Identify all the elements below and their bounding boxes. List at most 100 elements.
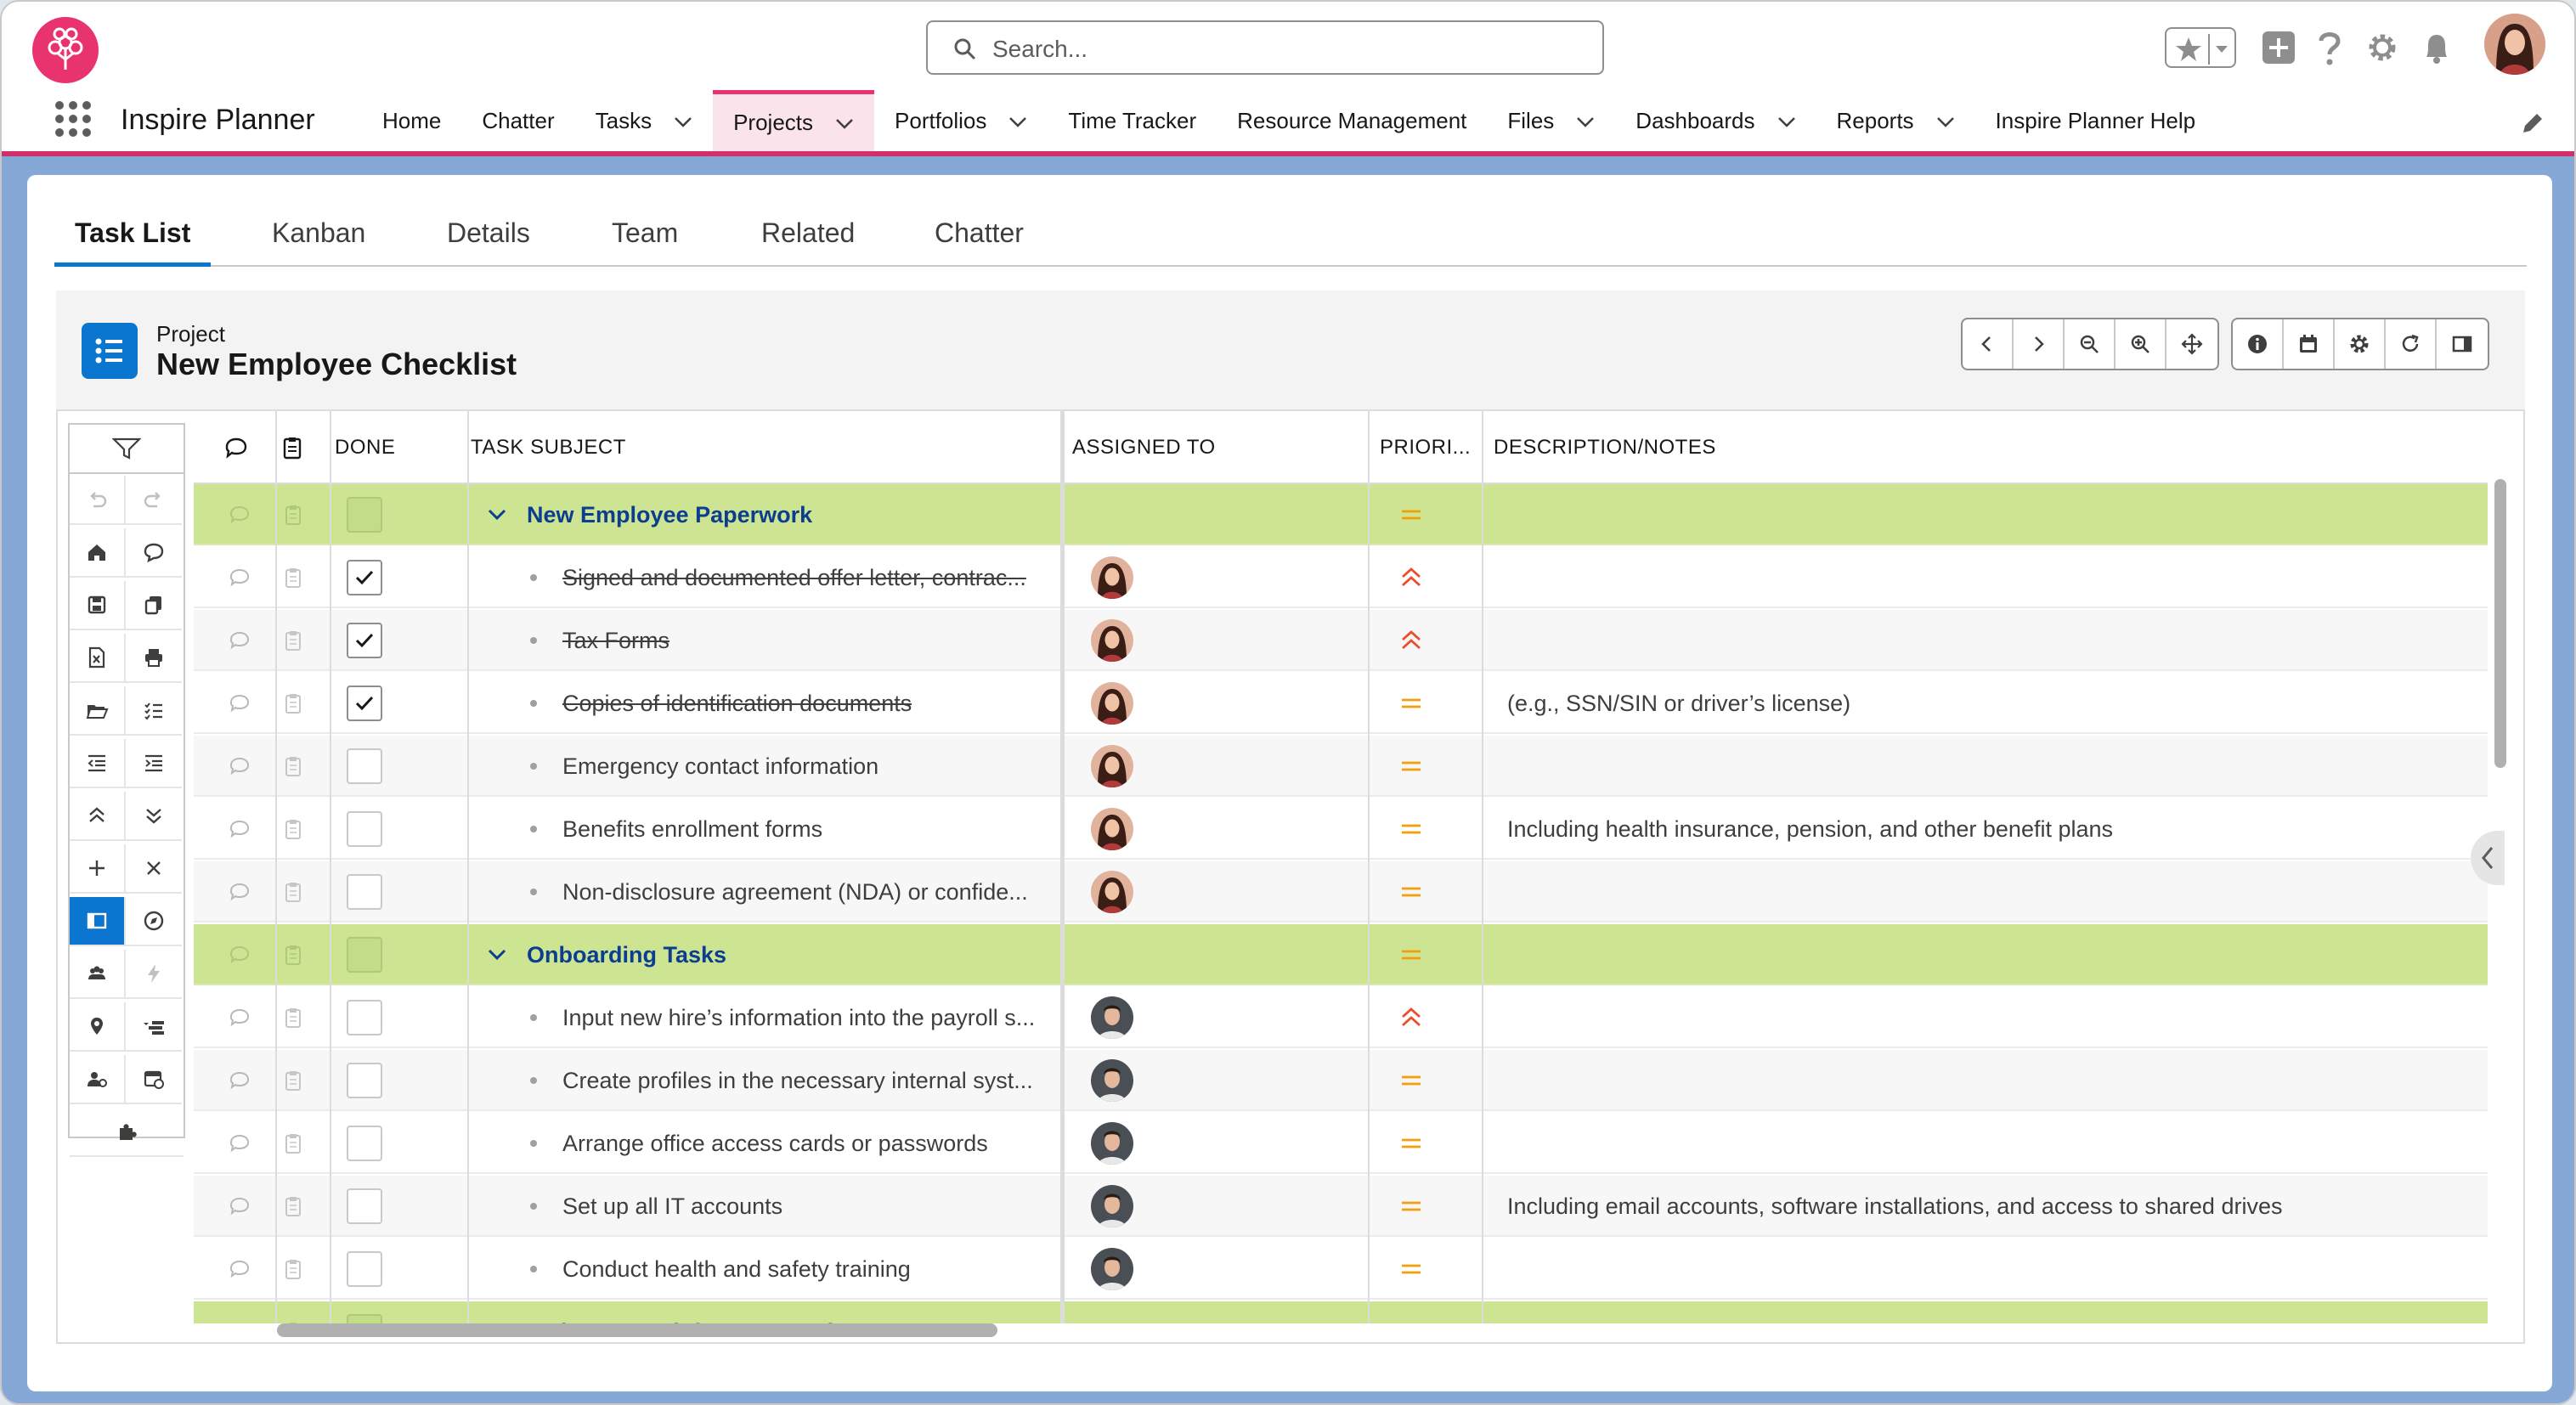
user-avatar[interactable] — [2484, 14, 2545, 75]
redo-icon[interactable] — [126, 476, 182, 525]
tab-related[interactable]: Related — [761, 217, 855, 249]
table-row[interactable]: Copies of identification documents (e.g.,… — [194, 673, 2488, 734]
excel-export-icon[interactable] — [70, 634, 126, 683]
chevron-down-icon[interactable] — [1936, 108, 1955, 134]
checklist-column-icon[interactable] — [282, 411, 302, 484]
table-row[interactable]: Create profiles in the necessary interna… — [194, 1050, 2488, 1111]
done-checkbox[interactable] — [347, 748, 382, 784]
task-subject[interactable]: Non-disclosure agreement (NDA) or confid… — [562, 879, 1028, 906]
group-row[interactable]: Onboarding Tasks — [194, 924, 2488, 985]
nav-item-portfolios[interactable]: Portfolios — [874, 90, 1048, 151]
priority-normal-icon[interactable] — [1398, 1301, 1424, 1323]
table-row[interactable]: Signed and documented offer letter, cont… — [194, 547, 2488, 608]
task-subject[interactable]: Tax Forms — [562, 628, 669, 654]
priority-high-icon[interactable] — [1398, 610, 1424, 671]
done-checkbox[interactable] — [347, 811, 382, 847]
priority-normal-icon[interactable] — [1398, 861, 1424, 923]
done-checkbox[interactable] — [347, 1188, 382, 1224]
tab-details[interactable]: Details — [447, 217, 530, 249]
comment-icon[interactable] — [228, 484, 251, 545]
done-checkbox[interactable] — [347, 686, 382, 721]
chevron-down-icon[interactable] — [1576, 108, 1595, 134]
table-row[interactable]: Conduct health and safety training — [194, 1239, 2488, 1300]
tab-team[interactable]: Team — [612, 217, 678, 249]
nav-item-time-tracker[interactable]: Time Tracker — [1048, 90, 1217, 151]
tab-task-list[interactable]: Task List — [75, 217, 190, 249]
edit-nav-pencil-icon[interactable] — [2520, 110, 2545, 140]
location-pin-icon[interactable] — [70, 1002, 126, 1052]
indent-icon[interactable] — [126, 739, 182, 788]
done-checkbox[interactable] — [347, 1063, 382, 1098]
group-row[interactable]: New Employee Paperwork — [194, 484, 2488, 545]
assignee-avatar[interactable] — [1091, 996, 1133, 1039]
done-checkbox[interactable] — [347, 623, 382, 658]
priority-normal-icon[interactable] — [1398, 673, 1424, 734]
checklist-icon[interactable] — [284, 1176, 302, 1237]
priority-normal-icon[interactable] — [1398, 1239, 1424, 1300]
checklist-icon[interactable] — [284, 1113, 302, 1174]
comment-icon[interactable] — [228, 1113, 251, 1174]
panel-view-icon[interactable] — [70, 897, 126, 946]
print-icon[interactable] — [126, 634, 182, 683]
done-checkbox[interactable] — [347, 874, 382, 910]
task-subject[interactable]: Arrange office access cards or passwords — [562, 1131, 988, 1157]
comments-column-icon[interactable] — [224, 411, 248, 484]
checklist-icon[interactable] — [284, 1050, 302, 1111]
expand-all-icon[interactable] — [126, 792, 182, 841]
comment-icon[interactable] — [228, 1239, 251, 1300]
table-row[interactable]: Arrange office access cards or passwords — [194, 1113, 2488, 1174]
done-checkbox[interactable] — [347, 1126, 382, 1161]
assignee-avatar[interactable] — [1091, 745, 1133, 787]
checklist-icon[interactable] — [284, 987, 302, 1048]
task-subject[interactable]: Copies of identification documents — [562, 691, 912, 717]
add-icon[interactable] — [70, 844, 126, 894]
comment-icon[interactable] — [228, 610, 251, 671]
setup-gear-icon[interactable] — [2359, 24, 2406, 71]
chevron-down-icon[interactable] — [674, 108, 692, 134]
assignee-avatar[interactable] — [1091, 1248, 1133, 1290]
compass-icon[interactable] — [126, 897, 182, 946]
toggle-panel-button[interactable] — [2437, 319, 2488, 369]
done-checkbox[interactable] — [347, 560, 382, 595]
comment-icon[interactable] — [228, 1176, 251, 1237]
nav-item-tasks[interactable]: Tasks — [575, 90, 713, 151]
table-row[interactable]: Non-disclosure agreement (NDA) or confid… — [194, 861, 2488, 923]
comment-icon[interactable] — [228, 924, 251, 985]
table-row[interactable]: Tax Forms — [194, 610, 2488, 671]
checklist-icon[interactable] — [126, 686, 182, 736]
priority-normal-icon[interactable] — [1398, 798, 1424, 860]
settings-button[interactable] — [2335, 319, 2386, 369]
assignee-avatar[interactable] — [1091, 808, 1133, 850]
chevron-down-icon[interactable] — [835, 110, 854, 136]
comment-icon[interactable] — [228, 1050, 251, 1111]
task-subject[interactable]: Emergency contact information — [562, 753, 878, 780]
priority-normal-icon[interactable] — [1398, 736, 1424, 797]
done-checkbox[interactable] — [347, 1000, 382, 1035]
assigned-to-column-header[interactable]: ASSIGNED TO — [1072, 411, 1216, 484]
checklist-icon[interactable] — [284, 1239, 302, 1300]
calendar-clock-icon[interactable] — [126, 1055, 182, 1104]
global-search-input[interactable]: Search... — [926, 20, 1604, 75]
assignee-avatar[interactable] — [1091, 1122, 1133, 1165]
nav-item-dashboards[interactable]: Dashboards — [1615, 90, 1816, 151]
vertical-scrollbar[interactable] — [2494, 479, 2506, 768]
description-column-header[interactable]: DESCRIPTION/NOTES — [1494, 411, 1716, 484]
zoom-out-button[interactable] — [2065, 319, 2116, 369]
add-icon[interactable] — [2255, 24, 2302, 71]
description-cell[interactable]: Including email accounts, software insta… — [1507, 1176, 2282, 1237]
assignee-avatar[interactable] — [1091, 682, 1133, 725]
horizontal-scrollbar[interactable] — [277, 1323, 997, 1337]
comment-icon[interactable] — [126, 528, 182, 578]
help-icon[interactable] — [2306, 24, 2353, 71]
assignee-avatar[interactable] — [1091, 619, 1133, 662]
task-subject[interactable]: Conduct health and safety training — [562, 1256, 911, 1283]
group-row[interactable]: Welcome pack for new employee — [194, 1301, 2488, 1323]
home-icon[interactable] — [70, 528, 126, 578]
nav-item-reports[interactable]: Reports — [1816, 90, 1975, 151]
outdent-icon[interactable] — [70, 739, 126, 788]
nav-item-chatter[interactable]: Chatter — [461, 90, 574, 151]
checklist-icon[interactable] — [284, 736, 302, 797]
checklist-icon[interactable] — [284, 673, 302, 734]
priority-normal-icon[interactable] — [1398, 1176, 1424, 1237]
fit-button[interactable] — [2166, 319, 2217, 369]
